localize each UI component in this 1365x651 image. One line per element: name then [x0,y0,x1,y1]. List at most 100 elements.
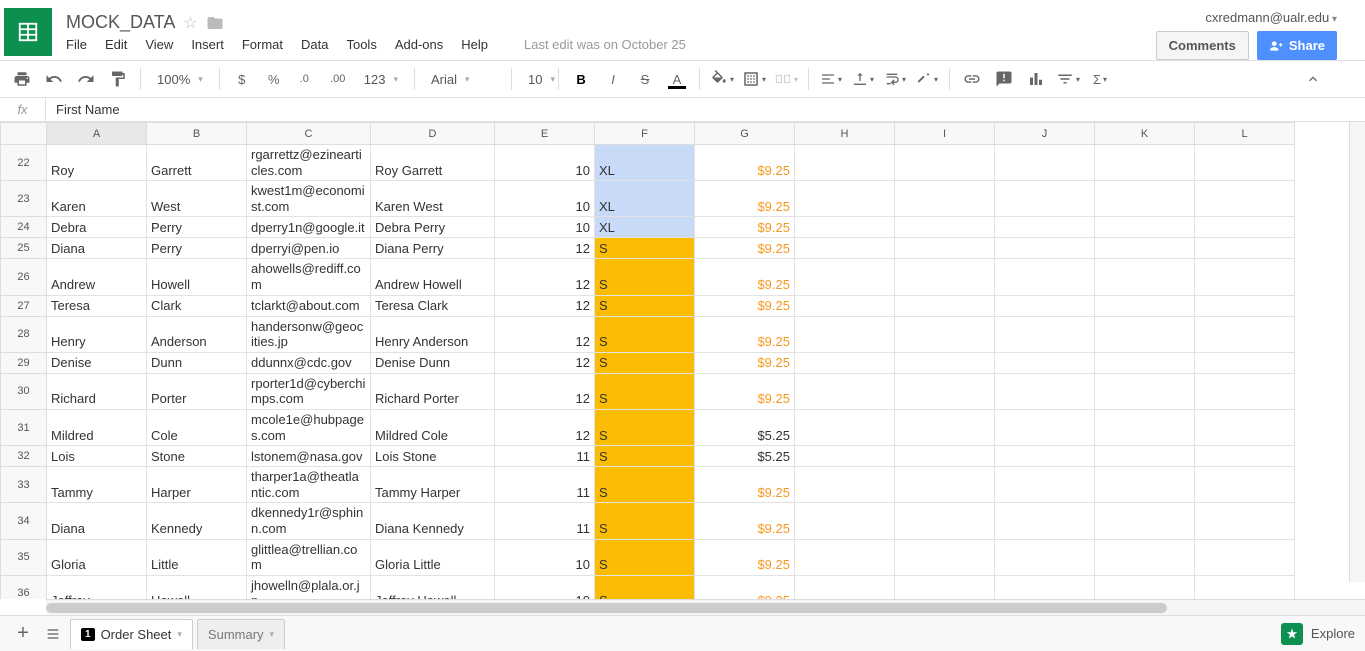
cell[interactable]: Teresa Clark [371,295,495,316]
cell[interactable]: Little [147,539,247,575]
cell[interactable] [995,467,1095,503]
cell[interactable]: dperryi@pen.io [247,238,371,259]
currency-icon[interactable]: $ [228,65,256,93]
cell[interactable] [1195,238,1295,259]
cell[interactable] [795,373,895,409]
cell[interactable] [1095,409,1195,445]
cell[interactable]: S [595,352,695,373]
col-header-D[interactable]: D [371,123,495,145]
cell[interactable]: S [595,446,695,467]
cell[interactable] [1095,181,1195,217]
cell[interactable]: 11 [495,446,595,467]
cell[interactable]: Jeffrey Howell [371,575,495,599]
cell[interactable] [895,373,995,409]
text-color-button[interactable]: A [663,65,691,93]
cell[interactable] [1095,575,1195,599]
doc-title[interactable]: MOCK_DATA [66,12,175,33]
cell[interactable]: dperry1n@google.it [247,217,371,238]
cell[interactable]: $9.25 [695,259,795,295]
row-header[interactable]: 25 [1,238,47,259]
row-header[interactable]: 23 [1,181,47,217]
cell[interactable]: Tammy [47,467,147,503]
cell[interactable]: $9.25 [695,539,795,575]
cell[interactable] [895,259,995,295]
menu-view[interactable]: View [145,37,173,52]
cell[interactable] [895,503,995,539]
cell[interactable]: Diana Perry [371,238,495,259]
cell[interactable] [995,217,1095,238]
cell[interactable]: S [595,373,695,409]
cell[interactable]: $9.25 [695,295,795,316]
cell[interactable]: Porter [147,373,247,409]
bold-button[interactable]: B [567,65,595,93]
cell[interactable]: Stone [147,446,247,467]
filter-icon[interactable]: ▾ [1054,65,1082,93]
cell[interactable]: Perry [147,217,247,238]
cell[interactable] [795,295,895,316]
cell[interactable] [995,259,1095,295]
cell[interactable]: Cole [147,409,247,445]
cell[interactable]: 12 [495,295,595,316]
cell[interactable]: 11 [495,467,595,503]
cell[interactable]: Perry [147,238,247,259]
chart-icon[interactable] [1022,65,1050,93]
cell[interactable]: Mildred Cole [371,409,495,445]
cell[interactable]: Garrett [147,145,247,181]
cell[interactable] [1195,539,1295,575]
cell[interactable] [995,181,1095,217]
cell[interactable] [1195,295,1295,316]
cell[interactable]: handersonw@geocities.jp [247,316,371,352]
cell[interactable]: Roy [47,145,147,181]
cell[interactable]: Henry Anderson [371,316,495,352]
zoom-select[interactable]: 100% [149,68,211,91]
cell[interactable]: S [595,316,695,352]
menu-format[interactable]: Format [242,37,283,52]
cell[interactable]: $9.25 [695,373,795,409]
cell[interactable] [1195,575,1295,599]
merge-button[interactable]: ▾ [772,65,800,93]
cell[interactable] [795,467,895,503]
cell[interactable] [795,217,895,238]
cell[interactable]: Denise Dunn [371,352,495,373]
link-icon[interactable] [958,65,986,93]
cell[interactable] [995,373,1095,409]
cell[interactable]: Kennedy [147,503,247,539]
col-header-L[interactable]: L [1195,123,1295,145]
cell[interactable]: XL [595,145,695,181]
wrap-button[interactable]: ▾ [881,65,909,93]
add-sheet-button[interactable]: + [8,619,38,649]
cell[interactable] [995,409,1095,445]
row-header[interactable]: 29 [1,352,47,373]
cell[interactable] [795,145,895,181]
cell[interactable] [795,259,895,295]
italic-button[interactable]: I [599,65,627,93]
cell[interactable]: rporter1d@cyberchimps.com [247,373,371,409]
cell[interactable] [1195,409,1295,445]
cell[interactable]: $9.25 [695,145,795,181]
cell[interactable] [1195,259,1295,295]
cell[interactable] [995,575,1095,599]
cell[interactable] [995,503,1095,539]
print-icon[interactable] [8,65,36,93]
cell[interactable] [1095,503,1195,539]
cell[interactable] [1095,467,1195,503]
cell[interactable] [995,352,1095,373]
comment-icon[interactable] [990,65,1018,93]
cell[interactable]: S [595,409,695,445]
cell[interactable] [895,352,995,373]
cell[interactable]: Teresa [47,295,147,316]
cell[interactable]: tclarkt@about.com [247,295,371,316]
select-all-corner[interactable] [1,123,47,145]
more-formats-select[interactable]: 123 [356,68,406,91]
cell[interactable]: Gloria Little [371,539,495,575]
cell[interactable]: ddunnx@cdc.gov [247,352,371,373]
percent-icon[interactable]: % [260,65,288,93]
cell[interactable] [795,181,895,217]
row-header[interactable]: 31 [1,409,47,445]
cell[interactable]: 10 [495,539,595,575]
cell[interactable]: Karen West [371,181,495,217]
cell[interactable]: Gloria [47,539,147,575]
cell[interactable] [1095,352,1195,373]
fill-color-button[interactable]: ▾ [708,65,736,93]
cell[interactable] [1195,145,1295,181]
